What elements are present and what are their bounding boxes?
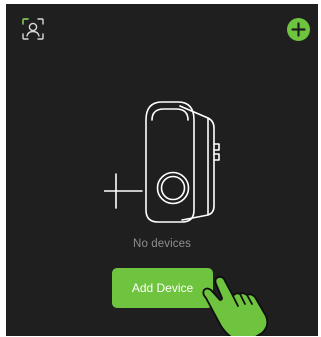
- plus-glyph: [104, 173, 143, 209]
- add-button[interactable]: [287, 18, 310, 41]
- device-list-screen: No devices Add Device: [6, 4, 318, 336]
- empty-state-message: No devices: [133, 238, 191, 250]
- plus-circle-icon: [287, 18, 310, 41]
- scan-face-icon: [22, 18, 44, 40]
- scan-face-button[interactable]: [20, 16, 46, 42]
- wallbox-charger-illustration: [104, 101, 220, 223]
- add-device-button[interactable]: Add Device: [112, 268, 213, 308]
